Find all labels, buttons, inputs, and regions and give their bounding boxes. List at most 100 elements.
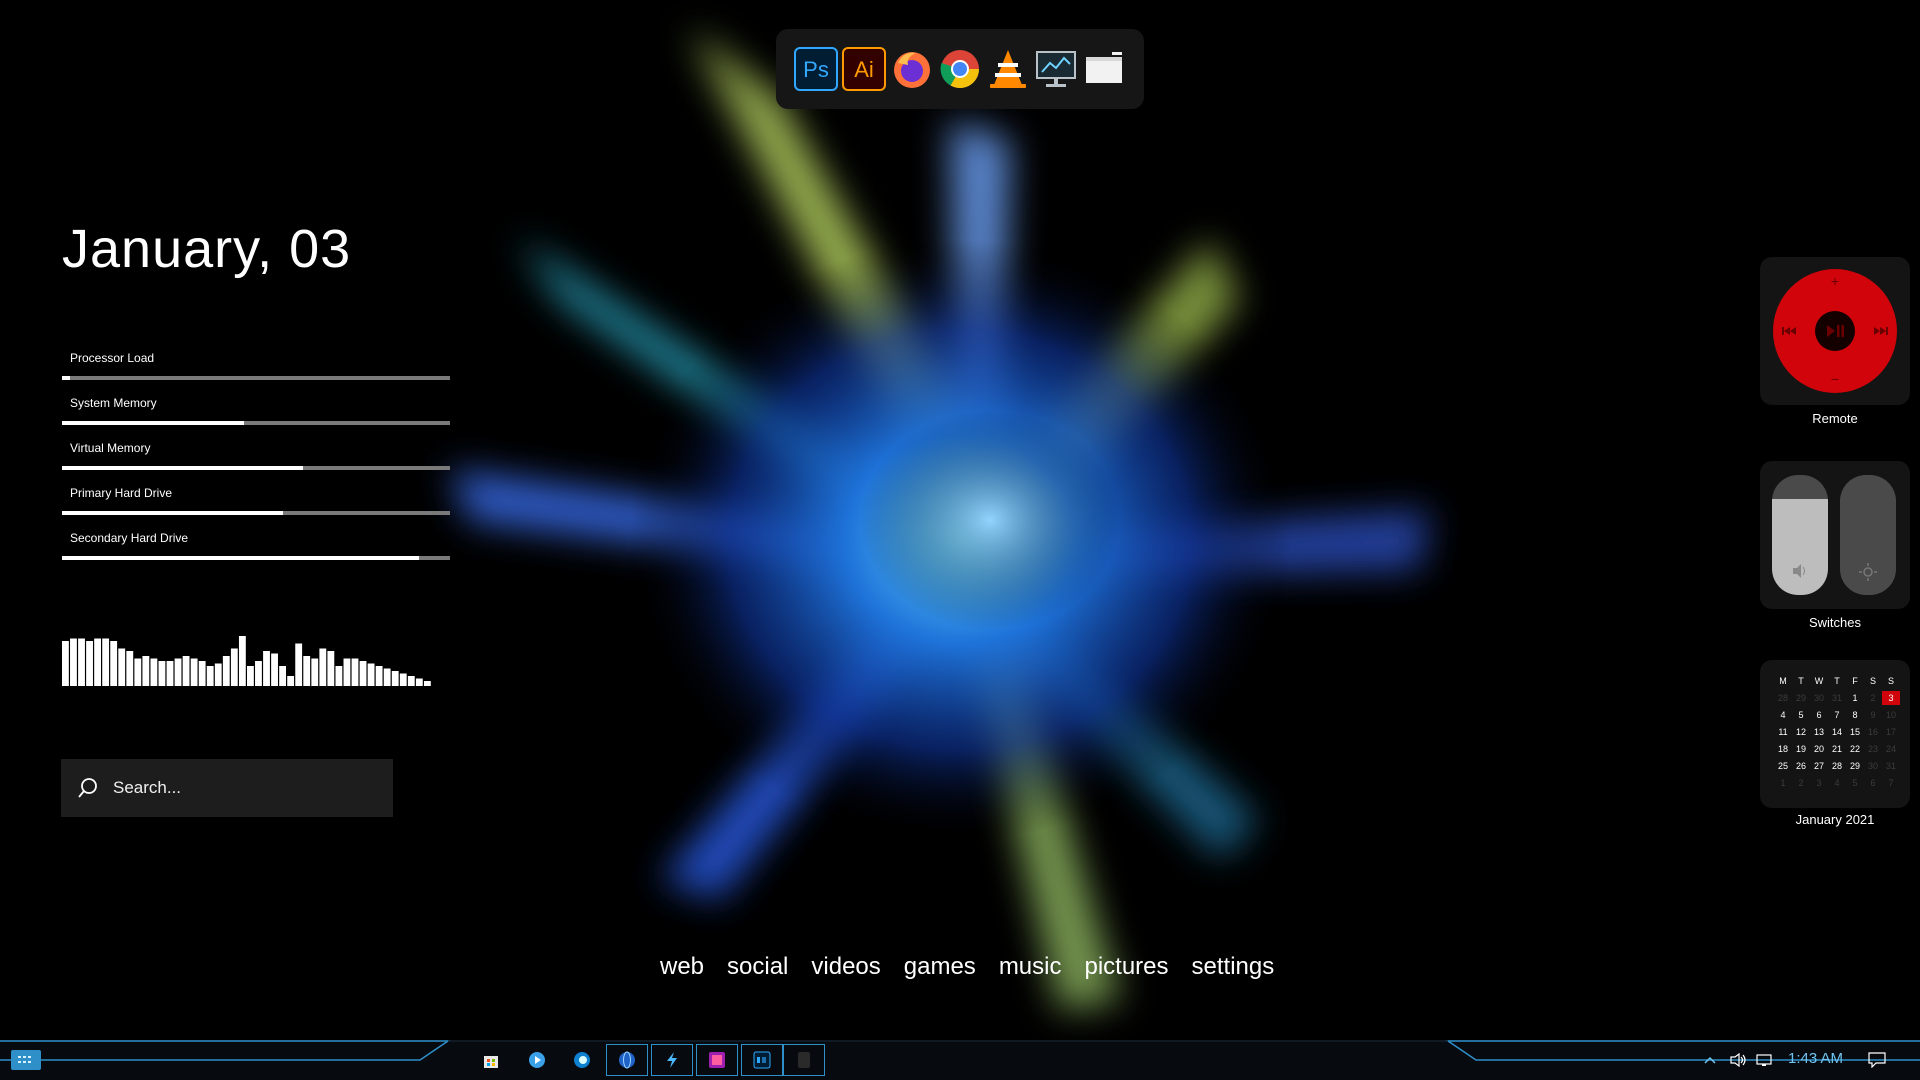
calendar-day[interactable]: 23 xyxy=(1864,742,1882,756)
visualizer-bar xyxy=(351,658,359,686)
calendar-day[interactable]: 28 xyxy=(1774,691,1792,705)
taskbar xyxy=(0,1040,1920,1080)
meter-track xyxy=(62,421,450,425)
tray-network[interactable] xyxy=(1754,1044,1776,1076)
calendar-day[interactable]: 7 xyxy=(1828,708,1846,722)
calendar-day[interactable]: 31 xyxy=(1828,691,1846,705)
calendar-day[interactable]: 20 xyxy=(1810,742,1828,756)
visualizer-bar xyxy=(150,658,158,686)
calendar-day[interactable]: 29 xyxy=(1846,759,1864,773)
volume-slider-fill xyxy=(1772,499,1828,595)
calendar-day[interactable]: 11 xyxy=(1774,725,1792,739)
search-input[interactable] xyxy=(111,777,355,799)
volume-icon xyxy=(1730,1053,1746,1067)
nav-link-social[interactable]: social xyxy=(727,953,788,981)
meter-fill xyxy=(62,466,303,470)
calendar-day[interactable]: 2 xyxy=(1792,776,1810,790)
calendar-day[interactable]: 8 xyxy=(1846,708,1864,722)
firefox-icon[interactable] xyxy=(890,47,934,91)
taskbar-clock[interactable]: 1:43 AM xyxy=(1788,1050,1843,1067)
brightness-icon xyxy=(1859,563,1877,581)
meter-fill xyxy=(62,376,70,380)
volume-up-button[interactable]: + xyxy=(1831,273,1839,289)
photoshop-icon[interactable]: Ps xyxy=(794,47,838,91)
calendar-day[interactable]: 24 xyxy=(1882,742,1900,756)
calendar-day[interactable]: 6 xyxy=(1810,708,1828,722)
tray-chevron[interactable] xyxy=(1700,1044,1720,1076)
calendar-day[interactable]: 26 xyxy=(1792,759,1810,773)
calendar-day[interactable]: 2 xyxy=(1864,691,1882,705)
calendar-day[interactable]: 3 xyxy=(1882,691,1900,705)
calendar-day[interactable]: 15 xyxy=(1846,725,1864,739)
calendar-day[interactable]: 12 xyxy=(1792,725,1810,739)
calendar-day[interactable]: 7 xyxy=(1882,776,1900,790)
taskbar-app-globe[interactable] xyxy=(606,1044,648,1076)
illustrator-label: Ai xyxy=(854,57,874,82)
calendar-day[interactable]: 17 xyxy=(1882,725,1900,739)
illustrator-icon[interactable]: Ai xyxy=(842,47,886,91)
edge-icon[interactable] xyxy=(567,1044,597,1076)
virtual-memory-meter: Virtual Memory xyxy=(62,436,450,470)
photo-app-icon xyxy=(709,1052,725,1068)
nav-link-games[interactable]: games xyxy=(904,953,976,981)
search-box[interactable] xyxy=(61,759,393,817)
start-button[interactable] xyxy=(10,1044,42,1076)
taskbar-app-photoshop[interactable] xyxy=(741,1044,783,1076)
media-player-icon[interactable] xyxy=(522,1044,552,1076)
calendar-day[interactable]: 30 xyxy=(1864,759,1882,773)
calendar-day[interactable]: 6 xyxy=(1864,776,1882,790)
calendar-day[interactable]: 5 xyxy=(1846,776,1864,790)
visualizer-bar xyxy=(166,661,174,686)
calendar-day[interactable]: 9 xyxy=(1864,708,1882,722)
calendar-day[interactable]: 1 xyxy=(1774,776,1792,790)
nav-link-music[interactable]: music xyxy=(999,953,1062,981)
calendar-day[interactable]: 22 xyxy=(1846,742,1864,756)
calendar-day[interactable]: 27 xyxy=(1810,759,1828,773)
calendar-day[interactable]: 30 xyxy=(1810,691,1828,705)
vlc-icon[interactable] xyxy=(986,47,1030,91)
taskbar-app-generic[interactable] xyxy=(783,1044,825,1076)
nav-link-videos[interactable]: videos xyxy=(811,953,880,981)
window-icon[interactable] xyxy=(1082,47,1126,91)
calendar-day[interactable]: 16 xyxy=(1864,725,1882,739)
monitor-icon[interactable] xyxy=(1034,47,1078,91)
visualizer-bar xyxy=(142,656,150,686)
store-icon[interactable] xyxy=(476,1044,506,1076)
search-icon xyxy=(78,778,97,798)
visualizer-bar xyxy=(134,658,142,686)
visualizer-bar xyxy=(214,663,222,686)
calendar-day[interactable]: 25 xyxy=(1774,759,1792,773)
nav-link-settings[interactable]: settings xyxy=(1192,953,1275,981)
calendar-day[interactable]: 5 xyxy=(1792,708,1810,722)
volume-slider[interactable] xyxy=(1772,475,1828,595)
calendar-day[interactable]: 18 xyxy=(1774,742,1792,756)
tray-volume[interactable] xyxy=(1728,1044,1750,1076)
visualizer-bar xyxy=(70,638,77,686)
calendar-day[interactable]: 29 xyxy=(1792,691,1810,705)
calendar-day[interactable]: 4 xyxy=(1774,708,1792,722)
visualizer-bar xyxy=(287,676,295,686)
tray-notifications[interactable] xyxy=(1864,1044,1890,1076)
taskbar-app-lightning[interactable] xyxy=(651,1044,693,1076)
app-dock: Ps Ai xyxy=(776,29,1144,109)
nav-link-pictures[interactable]: pictures xyxy=(1084,953,1168,981)
calendar-weekday: M xyxy=(1779,676,1787,686)
calendar-day[interactable]: 28 xyxy=(1828,759,1846,773)
calendar-day[interactable]: 3 xyxy=(1810,776,1828,790)
visualizer-bar xyxy=(94,638,102,686)
calendar-day[interactable]: 21 xyxy=(1828,742,1846,756)
calendar-day[interactable]: 19 xyxy=(1792,742,1810,756)
calendar-day[interactable]: 13 xyxy=(1810,725,1828,739)
calendar-day[interactable]: 14 xyxy=(1828,725,1846,739)
brightness-slider[interactable] xyxy=(1840,475,1896,595)
chrome-icon[interactable] xyxy=(938,47,982,91)
volume-down-button[interactable]: − xyxy=(1831,371,1839,387)
meter-label: Primary Hard Drive xyxy=(70,486,173,500)
nav-link-web[interactable]: web xyxy=(660,953,704,981)
calendar-day[interactable]: 31 xyxy=(1882,759,1900,773)
taskbar-app-photo[interactable] xyxy=(696,1044,738,1076)
lightning-icon xyxy=(667,1052,677,1068)
calendar-day[interactable]: 4 xyxy=(1828,776,1846,790)
calendar-day[interactable]: 1 xyxy=(1846,691,1864,705)
calendar-day[interactable]: 10 xyxy=(1882,708,1900,722)
